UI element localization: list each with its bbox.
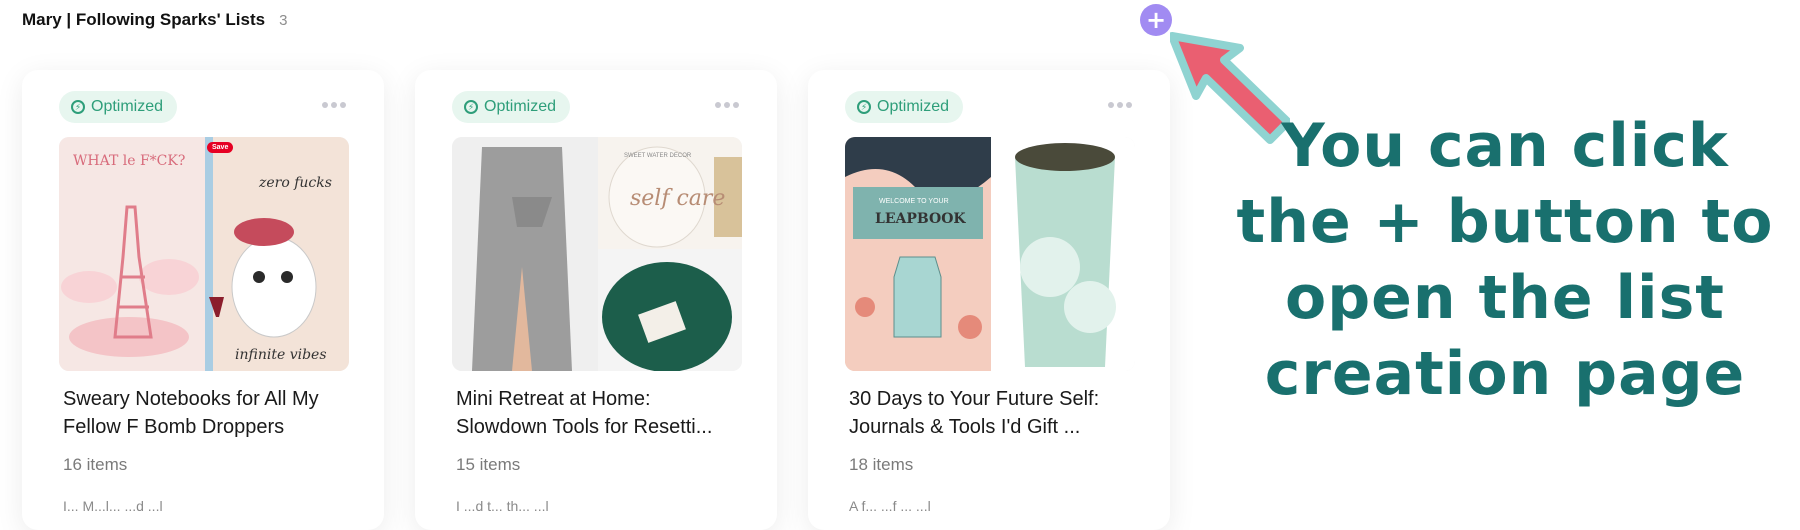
instruction-callout: You can click the + button to open the l… <box>1225 108 1785 412</box>
card-title[interactable]: Mini Retreat at Home: Slowdown Tools for… <box>456 385 746 441</box>
notebooks-collage-image: WHAT le F*CK? zero fucks infinite vibes <box>59 137 349 371</box>
more-horizontal-icon <box>322 102 328 108</box>
callout-line: open the list <box>1285 263 1725 333</box>
callout-line: creation page <box>1264 339 1746 409</box>
list-card[interactable]: ⚡ Optimized WHAT le F*CK? zero fucks inf… <box>22 70 384 530</box>
svg-text:WELCOME TO YOUR: WELCOME TO YOUR <box>879 198 949 205</box>
list-card[interactable]: ⚡ Optimized SWEET WATER DECOR self care … <box>415 70 777 530</box>
svg-text:self care: self care <box>630 186 725 211</box>
retreat-collage-image: SWEET WATER DECOR self care <box>452 137 742 371</box>
badge-label: Optimized <box>877 98 950 115</box>
svg-text:SWEET WATER DECOR: SWEET WATER DECOR <box>624 153 692 159</box>
callout-line: the + button to <box>1236 187 1774 257</box>
card-title[interactable]: 30 Days to Your Future Self: Journals & … <box>849 385 1139 441</box>
add-list-button[interactable]: + <box>1140 4 1172 36</box>
more-horizontal-icon <box>1108 102 1114 108</box>
list-thumbnail: WELCOME TO YOUR LEAPBOOK <box>845 137 1135 371</box>
badge-label: Optimized <box>484 98 557 115</box>
bolt-circle-icon: ⚡ <box>71 100 85 114</box>
card-description: A f... ...f ... ...l <box>849 498 931 514</box>
optimized-badge: ⚡ Optimized <box>452 91 571 123</box>
callout-line: You can click <box>1281 111 1729 181</box>
card-description: I ...d t... th... ...l <box>456 498 549 514</box>
list-thumbnail: SWEET WATER DECOR self care <box>452 137 742 371</box>
item-count: 16 items <box>63 455 128 474</box>
pin-save-label: Save <box>207 142 234 153</box>
svg-text:LEAPBOOK: LEAPBOOK <box>875 211 966 227</box>
card-description: I... M...l... ...d ...l <box>63 498 163 514</box>
more-options-button[interactable] <box>320 96 348 114</box>
optimized-badge: ⚡ Optimized <box>845 91 964 123</box>
svg-text:zero fucks: zero fucks <box>258 175 332 191</box>
more-options-button[interactable] <box>1106 96 1134 114</box>
plus-icon: + <box>1145 6 1167 34</box>
section-title: Mary | Following Sparks' Lists <box>22 10 266 29</box>
bolt-circle-icon: ⚡ <box>464 100 478 114</box>
list-card[interactable]: ⚡ Optimized WELCOME TO YOUR LEAPBOOK 30 … <box>808 70 1170 530</box>
svg-text:infinite vibes: infinite vibes <box>235 347 327 363</box>
more-options-button[interactable] <box>713 96 741 114</box>
item-count: 18 items <box>849 455 914 474</box>
more-horizontal-icon <box>715 102 721 108</box>
optimized-badge: ⚡ Optimized <box>59 91 178 123</box>
card-title[interactable]: Sweary Notebooks for All My Fellow F Bom… <box>63 385 353 441</box>
item-count: 15 items <box>456 455 521 474</box>
list-thumbnail: WHAT le F*CK? zero fucks infinite vibes … <box>59 137 349 371</box>
badge-label: Optimized <box>91 98 164 115</box>
journal-collage-image: WELCOME TO YOUR LEAPBOOK <box>845 137 1135 371</box>
svg-text:WHAT le F*CK?: WHAT le F*CK? <box>73 153 185 169</box>
list-section-header: Mary | Following Sparks' Lists 3 <box>22 8 287 32</box>
list-count: 3 <box>279 11 288 29</box>
bolt-circle-icon: ⚡ <box>857 100 871 114</box>
